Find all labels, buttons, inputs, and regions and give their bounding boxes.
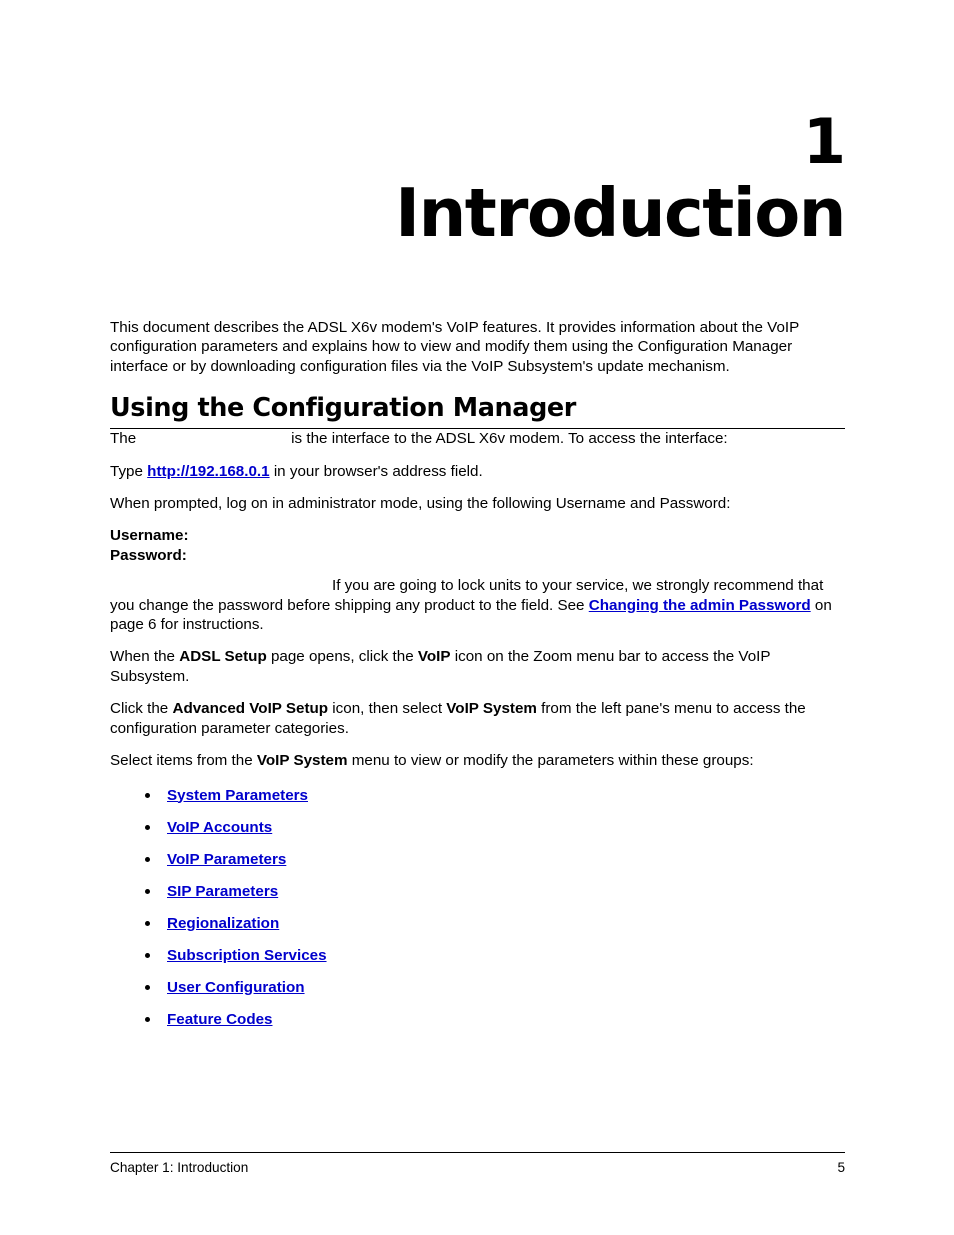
bullet-icon	[145, 1016, 150, 1022]
link-regionalization[interactable]: Regionalization	[167, 915, 279, 932]
step-logon-prompt: When prompted, log on in administrator m…	[110, 495, 731, 513]
link-voip-parameters[interactable]: VoIP Parameters	[167, 851, 286, 868]
chapter-heading: 1 Introduction	[110, 105, 846, 252]
advanced-part-2: icon, then select	[332, 700, 443, 718]
lead-prefix: The	[110, 430, 137, 448]
parameter-groups-list: System Parameters VoIP Accounts VoIP Par…	[110, 786, 845, 1029]
link-sip-parameters[interactable]: SIP Parameters	[167, 883, 278, 900]
step-type-prefix: Type	[110, 462, 143, 480]
link-subscription-services[interactable]: Subscription Services	[167, 947, 327, 964]
step-adsl-setup: When the ADSL Setup page opens, click th…	[110, 647, 845, 686]
select-part-2: menu to view or modify the parameters wi…	[351, 752, 754, 770]
bullet-icon	[145, 952, 150, 958]
list-item: VoIP Parameters	[110, 850, 845, 869]
link-voip-accounts[interactable]: VoIP Accounts	[167, 819, 272, 836]
voip-term: VoIP	[417, 648, 451, 666]
footer-page-number: 5	[837, 1160, 845, 1175]
bullet-icon	[145, 792, 150, 798]
changing-admin-password-link[interactable]: Changing the admin Password	[589, 597, 811, 614]
chapter-number: 1	[802, 105, 846, 178]
bullet-icon	[145, 824, 150, 830]
list-item: Subscription Services	[110, 946, 845, 965]
adsl-setup-term: ADSL Setup	[179, 648, 267, 666]
page-footer: Chapter 1: Introduction 5	[110, 1152, 845, 1176]
step-select-items: Select items from the VoIP System menu t…	[110, 751, 845, 770]
lead-suffix: is the interface to the ADSL X6v modem. …	[291, 430, 728, 448]
username-label: Username:	[110, 527, 189, 545]
list-item: Regionalization	[110, 914, 845, 933]
step-type-address: Type http://192.168.0.1 in your browser'…	[110, 462, 845, 481]
advanced-part-1: Click the	[110, 700, 169, 718]
document-body: This document describes the ADSL X6v mod…	[110, 318, 845, 1042]
credentials-block: Username: Password:	[110, 526, 845, 565]
bullet-icon	[145, 856, 150, 862]
footer-chapter-label: Chapter 1: Introduction	[110, 1160, 249, 1175]
step-type-suffix: in your browser's address field.	[273, 462, 483, 480]
section-lead-paragraph: The is the interface to the ADSL X6v mode…	[110, 429, 845, 448]
link-user-configuration[interactable]: User Configuration	[167, 979, 305, 996]
bullet-icon	[145, 920, 150, 926]
document-page: 1 Introduction This document describes t…	[0, 0, 954, 1235]
link-feature-codes[interactable]: Feature Codes	[167, 1011, 273, 1028]
page-title: Introduction	[395, 174, 846, 252]
bullet-icon	[145, 888, 150, 894]
modem-address-link[interactable]: http://192.168.0.1	[147, 463, 269, 480]
password-note-paragraph: If you are going to lock units to your s…	[110, 576, 845, 634]
link-system-parameters[interactable]: System Parameters	[167, 787, 308, 804]
advanced-voip-setup-term: Advanced VoIP Setup	[172, 700, 329, 718]
adsl-part-2: page opens, click the	[270, 648, 414, 666]
list-item: Feature Codes	[110, 1010, 845, 1029]
intro-paragraph: This document describes the ADSL X6v mod…	[110, 319, 799, 375]
list-item: System Parameters	[110, 786, 845, 805]
bullet-icon	[145, 984, 150, 990]
list-item: User Configuration	[110, 978, 845, 997]
list-item: VoIP Accounts	[110, 818, 845, 837]
adsl-part-1: When the	[110, 648, 176, 666]
select-part-1: Select items from the	[110, 752, 253, 770]
section-heading: Using the Configuration Manager	[110, 393, 845, 430]
password-label: Password:	[110, 546, 187, 564]
step-advanced-voip-setup: Click the Advanced VoIP Setup icon, then…	[110, 699, 845, 738]
voip-system-term: VoIP System	[446, 700, 537, 718]
voip-system-menu-term: VoIP System	[256, 752, 348, 770]
list-item: SIP Parameters	[110, 882, 845, 901]
